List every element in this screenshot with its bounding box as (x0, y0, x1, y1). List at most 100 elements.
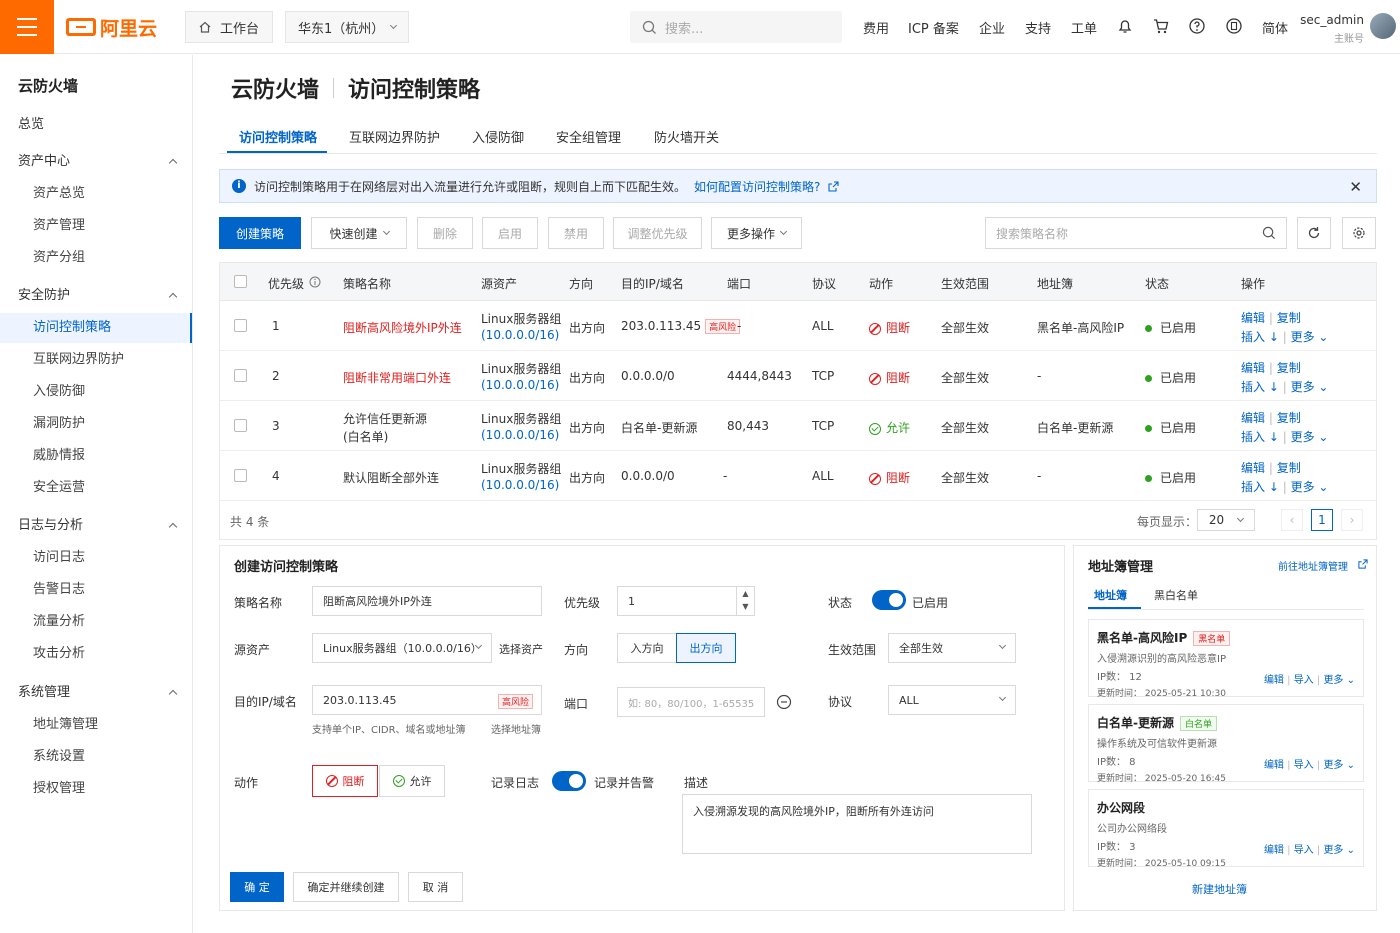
global-search[interactable]: 搜索... (630, 11, 842, 43)
row-checkbox[interactable] (234, 419, 247, 432)
sidebar-item-access-log[interactable]: 访问日志 (0, 543, 192, 573)
status-toggle[interactable] (872, 590, 906, 610)
edit-link[interactable]: 编辑 (1241, 411, 1265, 425)
cancel-button[interactable]: 取 消 (408, 872, 463, 902)
close-icon[interactable]: ✕ (1349, 178, 1362, 196)
user-info[interactable]: sec_admin 主账号 (1300, 13, 1364, 45)
next-page-button[interactable]: › (1341, 509, 1363, 531)
card-edit-link[interactable]: 编辑 (1264, 760, 1284, 771)
tab-firewall-switch[interactable]: 防火墙开关 (654, 127, 719, 146)
port-input[interactable]: 如: 80，80/100，1-65535 (617, 687, 765, 717)
more-link[interactable]: 更多 (1291, 330, 1315, 344)
menu-icon[interactable] (0, 0, 54, 54)
table-row[interactable]: 2 阻断非常用端口外连 Linux服务器组 (10.0.0.0/16) 出方向 … (220, 351, 1376, 401)
sidebar-item-asset-overview[interactable]: 资产总览 (0, 179, 192, 209)
row-checkbox[interactable] (234, 369, 247, 382)
refresh-button[interactable] (1297, 217, 1331, 249)
stepper-arrows-icon[interactable]: ▲ ▼ (736, 587, 754, 615)
minus-circle-icon[interactable] (776, 694, 792, 710)
more-link[interactable]: 更多 (1291, 480, 1315, 494)
insert-link[interactable]: 插入 ↓ (1241, 380, 1279, 394)
nav-icp[interactable]: ICP 备案 (908, 18, 959, 37)
addressbook-card[interactable]: 黑名单-高风险IP 黑名单 入侵溯源识别的高风险恶意IP IP数： 12 更新时间… (1088, 619, 1364, 699)
page-number-current[interactable]: 1 (1311, 509, 1333, 531)
direction-in-button[interactable]: 入方向 (617, 633, 677, 663)
nav-ticket[interactable]: 工单 (1071, 18, 1097, 37)
enable-button[interactable]: 启用 (482, 217, 538, 249)
sidebar-item-alert-log[interactable]: 告警日志 (0, 575, 192, 605)
cell-source-cidr[interactable]: (10.0.0.0/16) (481, 378, 559, 392)
sidebar-item-asset-group[interactable]: 资产分组 (0, 243, 192, 273)
row-checkbox[interactable] (234, 469, 247, 482)
copy-link[interactable]: 复制 (1277, 361, 1301, 375)
adjust-priority-button[interactable]: 调整优先级 (613, 217, 702, 249)
tab-internet-border[interactable]: 互联网边界防护 (349, 127, 440, 146)
sidebar-item-sec-ops[interactable]: 安全运营 (0, 473, 192, 503)
action-deny-button[interactable]: 阻断 (312, 765, 378, 797)
more-link[interactable]: 更多 (1291, 430, 1315, 444)
copy-link[interactable]: 复制 (1277, 461, 1301, 475)
sidebar-item-overview[interactable]: 总览 (0, 110, 192, 140)
scope-select[interactable]: 全部生效 (888, 633, 1016, 663)
aliyun-logo[interactable]: 阿里云 (66, 14, 157, 40)
bell-icon[interactable] (1116, 17, 1134, 35)
create-policy-button[interactable]: 创建策略 (219, 217, 301, 249)
confirm-continue-button[interactable]: 确定并继续创建 (293, 872, 399, 902)
tab-addressbook[interactable]: 地址簿 (1094, 587, 1127, 603)
disable-button[interactable]: 禁用 (548, 217, 604, 249)
cell-name[interactable]: 阻断高风险境外IP外连 (343, 319, 462, 336)
insert-link[interactable]: 插入 ↓ (1241, 480, 1279, 494)
addressbook-card[interactable]: 办公网段 公司办公网络段 IP数： 3 更新时间： 2025-05-10 09:… (1088, 789, 1364, 869)
delete-button[interactable]: 删除 (417, 217, 473, 249)
sidebar-group-system[interactable]: 系统管理 (0, 678, 192, 708)
sidebar-item-attack[interactable]: 攻击分析 (0, 639, 192, 669)
cell-source-cidr[interactable]: (10.0.0.0/16) (481, 428, 559, 442)
table-row[interactable]: 1 阻断高风险境外IP外连 Linux服务器组 (10.0.0.0/16) 出方… (220, 301, 1376, 351)
table-row[interactable]: 4 默认阻断全部外连 Linux服务器组 (10.0.0.0/16) 出方向 0… (220, 451, 1376, 501)
destination-input[interactable]: 203.0.113.45 高风险 (312, 685, 542, 715)
external-link-icon[interactable] (828, 180, 839, 192)
table-row[interactable]: 3 允许信任更新源 (白名单) Linux服务器组 (10.0.0.0/16) … (220, 401, 1376, 451)
select-all-checkbox[interactable] (234, 275, 247, 288)
card-more-link[interactable]: 更多 (1323, 760, 1343, 771)
workbench-button[interactable]: 工作台 (185, 11, 273, 43)
nav-fee[interactable]: 费用 (863, 18, 889, 37)
direction-out-button[interactable]: 出方向 (676, 633, 736, 663)
source-asset-select[interactable]: Linux服务器组（10.0.0.0/16） (312, 633, 492, 663)
policy-name-input[interactable]: 阻断高风险境外IP外连 (312, 586, 542, 616)
billing-icon[interactable] (1225, 17, 1243, 35)
select-asset-link[interactable]: 选择资产 (499, 641, 543, 657)
tab-security-group[interactable]: 安全组管理 (556, 127, 621, 146)
external-link-icon[interactable] (1358, 559, 1368, 569)
row-checkbox[interactable] (234, 319, 247, 332)
language-switch[interactable]: 简体 (1262, 18, 1288, 37)
insert-link[interactable]: 插入 ↓ (1241, 430, 1279, 444)
cell-name[interactable]: 默认阻断全部外连 (343, 469, 439, 486)
sidebar-group-assets[interactable]: 资产中心 (0, 147, 192, 177)
card-import-link[interactable]: 导入 (1294, 675, 1314, 686)
sidebar-item-asset-manage[interactable]: 资产管理 (0, 211, 192, 241)
action-allow-button[interactable]: 允许 (379, 765, 445, 797)
search-icon[interactable] (1262, 226, 1276, 240)
info-circle-icon[interactable] (309, 276, 321, 288)
addressbook-card[interactable]: 白名单-更新源 白名单 操作系统及可信软件更新源 IP数： 8 更新时间： 202… (1088, 704, 1364, 784)
cell-name[interactable]: 允许信任更新源 (343, 410, 427, 427)
more-link[interactable]: 更多 (1291, 380, 1315, 394)
quick-create-button[interactable]: 快速创建 (311, 217, 407, 249)
sidebar-item-access-control[interactable]: 访问控制策略 (0, 313, 192, 343)
confirm-button[interactable]: 确 定 (230, 872, 284, 902)
nav-enterprise[interactable]: 企业 (979, 18, 1005, 37)
card-import-link[interactable]: 导入 (1294, 845, 1314, 856)
cell-source-cidr[interactable]: (10.0.0.0/16) (481, 328, 559, 342)
edit-link[interactable]: 编辑 (1241, 361, 1265, 375)
tab-ips[interactable]: 入侵防御 (472, 127, 524, 146)
log-toggle[interactable] (552, 771, 586, 791)
copy-link[interactable]: 复制 (1277, 411, 1301, 425)
tab-blackwhite[interactable]: 黑白名单 (1154, 587, 1198, 603)
sidebar-group-logs[interactable]: 日志与分析 (0, 511, 192, 541)
region-selector[interactable]: 华东1（杭州） (285, 11, 409, 43)
goto-addressbook-link[interactable]: 前往地址簿管理 (1278, 558, 1348, 573)
sidebar-item-threat-intel[interactable]: 威胁情报 (0, 441, 192, 471)
sidebar-item-vuln[interactable]: 漏洞防护 (0, 409, 192, 439)
sidebar-group-protection[interactable]: 安全防护 (0, 281, 192, 311)
